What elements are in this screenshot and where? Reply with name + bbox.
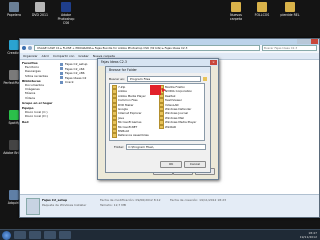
forward-icon[interactable] <box>28 46 32 50</box>
taskbar: 18:47 19/11/2012 <box>0 229 320 240</box>
installer-title: Fajas Ideas C2.3 × <box>98 59 218 66</box>
highlight-marker <box>150 85 161 95</box>
desktop-icon[interactable]: DVD 2011 <box>28 2 52 17</box>
file-preview-icon <box>26 198 40 215</box>
folder-item[interactable]: WinRAR <box>159 124 203 129</box>
file-icon <box>60 67 63 71</box>
desktop-icon-label: DVD 2011 <box>31 13 49 17</box>
taskbar-explorer[interactable] <box>14 231 26 239</box>
details-modified: 09/06/2012 8:12 <box>135 198 161 202</box>
desktop-icon-label: Adobe Photoshop CS6 <box>57 13 75 25</box>
toolbar-item[interactable]: Abrir <box>42 54 49 58</box>
close-icon[interactable] <box>311 39 318 44</box>
taskbar-media[interactable] <box>29 231 41 239</box>
details-size: 12,7 MB <box>113 203 126 207</box>
close-icon[interactable]: × <box>210 60 217 65</box>
app-icon <box>9 140 19 150</box>
app-icon <box>35 2 45 12</box>
desktop-icon[interactable]: pierdde REL <box>278 2 302 17</box>
clock[interactable]: 18:47 19/11/2012 <box>300 231 317 239</box>
taskbar-photoshop[interactable] <box>59 231 71 239</box>
file-name: Crack <box>65 80 74 84</box>
app-icon <box>9 110 19 120</box>
navigation-pane: Favoritos Escritorio Descargas Sitios recie… <box>20 60 57 195</box>
app-icon <box>9 190 19 200</box>
folder-name: WinRAR <box>165 124 176 129</box>
app-icon <box>257 2 267 12</box>
browse-title: Browse for Folder <box>106 67 210 73</box>
details-created-label: Fecha de creación: <box>170 198 199 202</box>
maximize-icon[interactable] <box>304 39 311 44</box>
folder-icon <box>112 133 117 138</box>
desktop-icon[interactable]: Nuevos carpeta <box>224 2 248 21</box>
desktop-icon-label: pierdde REL <box>280 13 300 17</box>
desktop-icon[interactable]: Adobe Photoshop CS6 <box>54 2 78 25</box>
nav-item[interactable]: Disco local (D:) <box>22 114 56 118</box>
details-created: 19/11/2012 18:23 <box>199 198 227 202</box>
toolbar-item[interactable]: Organizar <box>23 54 38 58</box>
details-size-label: Tamaño: <box>100 203 113 207</box>
taskbar-browser[interactable] <box>44 231 56 239</box>
lookin-label: Buscar en: <box>109 76 125 81</box>
folder-path-input[interactable]: C:\Program Files\ <box>126 143 206 150</box>
app-icon <box>231 2 241 12</box>
address-bar[interactable]: USAGE CASE C1 ▸ FLUSE + PROGRAMA ▸ Fajas… <box>34 45 260 51</box>
details-name: Fajas C2_setup <box>42 198 68 202</box>
toolbar-item[interactable]: Grabar <box>78 54 88 58</box>
nav-item[interactable]: Vídeos <box>22 96 56 100</box>
app-icon <box>9 40 19 50</box>
desktop-icon-label: FOLLCOS <box>254 13 270 17</box>
nav-item[interactable]: Sitios recientes <box>22 74 56 78</box>
app-icon <box>9 70 19 80</box>
folder-item[interactable]: Reference Assemblies <box>112 133 156 138</box>
ok-button[interactable]: OK <box>160 161 182 168</box>
lookin-select[interactable]: Program Files <box>126 75 201 82</box>
app-icon <box>285 2 295 12</box>
search-input[interactable]: Buscar Fajas Ideas C2.3 <box>262 45 317 51</box>
desktop: Papelera DVD 2011 Adobe Photoshop CS6 Nuevo… <box>0 0 320 240</box>
minimize-icon[interactable] <box>297 39 304 44</box>
up-folder-icon[interactable] <box>203 76 207 81</box>
folder-label: Folder: <box>114 144 125 149</box>
app-icon <box>61 2 71 12</box>
back-icon[interactable] <box>22 46 26 50</box>
file-icon <box>60 80 63 84</box>
desktop-icon[interactable]: FOLLCOS <box>250 2 274 17</box>
nav-group[interactable]: Grupo en el hogar <box>22 101 56 105</box>
nav-group[interactable]: Red <box>22 120 56 124</box>
details-modified-label: Fecha de modificación: <box>100 198 135 202</box>
details-type: Paquete de Windows Installer <box>42 203 87 207</box>
file-icon <box>60 62 63 66</box>
clock-date: 19/11/2012 <box>299 235 317 239</box>
file-icon <box>60 76 63 80</box>
pointer-arrow-icon <box>162 88 166 92</box>
desktop-icon[interactable]: Papelera <box>2 2 26 17</box>
folder-name: Reference Assemblies <box>118 133 149 138</box>
desktop-icon-label: Papelera <box>7 13 21 17</box>
cancel-button[interactable]: Cancel <box>184 161 206 168</box>
folder-icon <box>159 124 164 129</box>
start-button[interactable] <box>2 230 11 240</box>
browse-folder-dialog[interactable]: Browse for Folder Buscar en: Program Fil… <box>105 66 211 173</box>
details-pane: Fajas C2_setup Paquete de Windows Instal… <box>20 194 319 217</box>
file-icon <box>60 71 63 75</box>
desktop-icon-label: Nuevos carpeta <box>229 13 243 21</box>
toolbar-item[interactable]: Compartir con <box>53 54 74 58</box>
app-icon <box>9 2 19 12</box>
